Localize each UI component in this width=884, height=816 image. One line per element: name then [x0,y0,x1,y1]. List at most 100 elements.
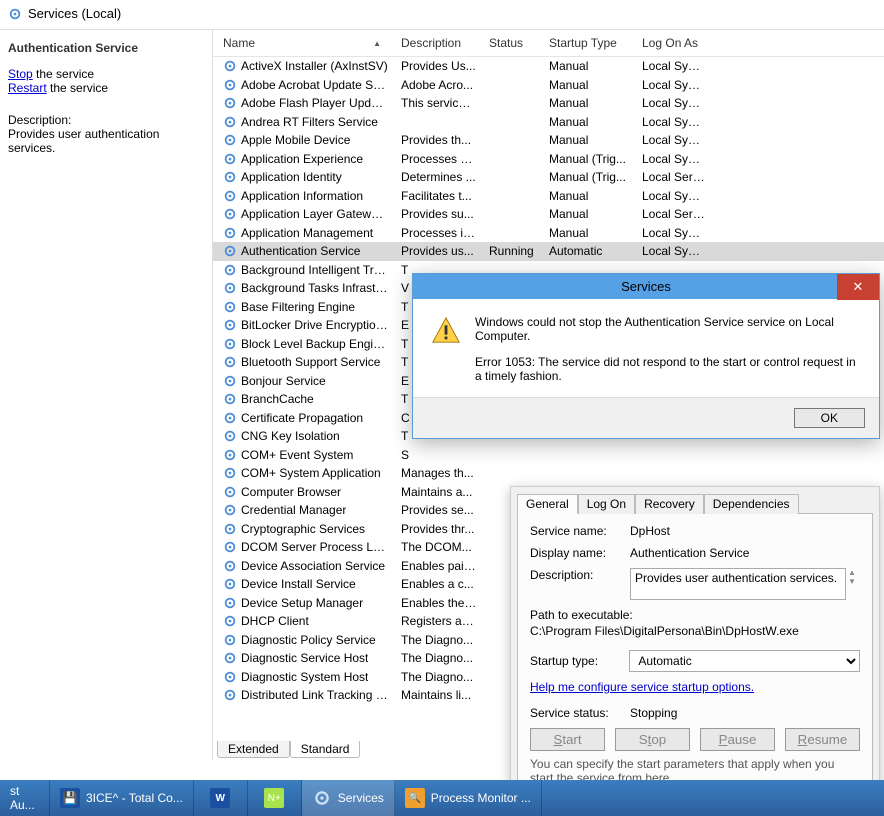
service-desc: The DCOM... [395,540,483,554]
service-desc: Maintains a... [395,485,483,499]
service-name: Application Layer Gateway ... [241,207,389,221]
error-dialog: Services ✕ Windows could not stop the Au… [412,273,880,439]
service-status-label: Service status: [530,706,630,720]
service-row[interactable]: Andrea RT Filters ServiceManualLocal Sys… [213,113,884,132]
tab-recovery[interactable]: Recovery [635,494,704,514]
ok-button[interactable]: OK [794,408,865,428]
description-label: Description: [8,113,204,127]
service-desc: The Diagno... [395,651,483,665]
service-icon [223,577,237,591]
col-name[interactable]: Name [217,36,395,50]
service-desc: The Diagno... [395,633,483,647]
service-logon: Local Syste... [636,96,711,110]
service-name: BranchCache [241,392,314,406]
window-title: Services (Local) [28,6,121,21]
service-name: Background Tasks Infrastru... [241,281,389,295]
tab-standard[interactable]: Standard [290,741,361,758]
stop-button[interactable]: Stop [615,728,690,751]
service-icon [223,651,237,665]
task-item-services[interactable]: Services [302,780,395,816]
service-icon [223,522,237,536]
word-icon: W [210,788,230,808]
startup-type-select[interactable]: Automatic [629,650,860,672]
service-logon: Local Service [636,170,711,184]
task-item-word[interactable]: W [194,780,248,816]
task-item[interactable]: st Au... [0,780,50,816]
start-button[interactable]: Start [530,728,605,751]
path-value: C:\Program Files\DigitalPersona\Bin\DpHo… [530,624,860,638]
service-name: Application Experience [241,152,363,166]
task-item-procmon[interactable]: 🔍 Process Monitor ... [395,780,542,816]
task-item-notepadpp[interactable]: N+ [248,780,302,816]
service-row[interactable]: Application ExperienceProcesses a...Manu… [213,150,884,169]
service-icon [223,392,237,406]
tab-logon[interactable]: Log On [578,494,635,514]
tab-extended[interactable]: Extended [217,741,290,758]
stop-service-link[interactable]: Stop [8,67,33,81]
col-status[interactable]: Status [483,36,543,50]
service-name: Diagnostic System Host [241,670,368,684]
help-configure-link[interactable]: Help me configure service startup option… [530,680,754,694]
procmon-icon: 🔍 [405,788,425,808]
pause-button[interactable]: Pause [700,728,775,751]
service-name: Device Setup Manager [241,596,363,610]
service-icon [223,688,237,702]
restart-service-link[interactable]: Restart [8,81,47,95]
service-row[interactable]: Application IdentityDetermines ...Manual… [213,168,884,187]
notepad-icon: N+ [264,788,284,808]
column-headers[interactable]: Name Description Status Startup Type Log… [213,30,884,57]
service-row[interactable]: Adobe Flash Player Update ...This servic… [213,94,884,113]
selected-service-name: Authentication Service [8,41,204,55]
service-row[interactable]: Authentication ServiceProvides us...Runn… [213,242,884,261]
service-desc: Facilitates t... [395,189,483,203]
startup-label: Startup type: [530,654,629,668]
service-logon: Local Syste... [636,244,711,258]
tab-general[interactable]: General [517,494,578,514]
service-startup: Manual [543,115,636,129]
service-row[interactable]: Adobe Acrobat Update Serv...Adobe Acro..… [213,76,884,95]
service-icon [223,207,237,221]
service-desc: Manages th... [395,466,483,480]
service-desc: Adobe Acro... [395,78,483,92]
service-desc: Determines ... [395,170,483,184]
service-row[interactable]: Application InformationFacilitates t...M… [213,187,884,206]
service-icon [223,466,237,480]
service-icon [223,596,237,610]
service-startup: Manual [543,59,636,73]
col-startup[interactable]: Startup Type [543,36,636,50]
service-row[interactable]: Application ManagementProcesses in...Man… [213,224,884,243]
service-desc: Provides se... [395,503,483,517]
service-row[interactable]: COM+ System ApplicationManages th... [213,464,884,483]
close-button[interactable]: ✕ [837,274,879,300]
scroll-up-icon[interactable]: ▲ [848,568,856,577]
col-logon[interactable]: Log On As [636,36,711,50]
col-description[interactable]: Description [395,36,483,50]
service-icon [223,485,237,499]
service-desc: Maintains li... [395,688,483,702]
service-name: Application Identity [241,170,342,184]
service-row[interactable]: Application Layer Gateway ...Provides su… [213,205,884,224]
scroll-down-icon[interactable]: ▼ [848,577,856,586]
description-box[interactable]: Provides user authentication services. [630,568,846,600]
task-item[interactable]: 💾 3ICE^ - Total Co... [50,780,194,816]
service-name: Authentication Service [241,244,360,258]
service-startup: Manual [543,189,636,203]
service-icon [223,133,237,147]
service-name: ActiveX Installer (AxInstSV) [241,59,388,73]
service-startup: Manual [543,207,636,221]
service-desc: Enables the ... [395,596,483,610]
save-icon: 💾 [60,788,80,808]
service-row[interactable]: COM+ Event SystemS [213,446,884,465]
tab-dependencies[interactable]: Dependencies [704,494,799,514]
dialog-title-bar[interactable]: Services ✕ [413,274,879,299]
service-name-label: Service name: [530,524,630,538]
service-icon [223,633,237,647]
service-row[interactable]: Apple Mobile DeviceProvides th...ManualL… [213,131,884,150]
service-icon [223,226,237,240]
resume-button[interactable]: Resume [785,728,860,751]
service-startup: Manual [543,133,636,147]
service-row[interactable]: ActiveX Installer (AxInstSV)Provides Us.… [213,57,884,76]
description-label: Description: [530,568,630,582]
service-logon: Local Syste... [636,189,711,203]
detail-pane: Authentication Service Stop the service … [0,30,212,760]
